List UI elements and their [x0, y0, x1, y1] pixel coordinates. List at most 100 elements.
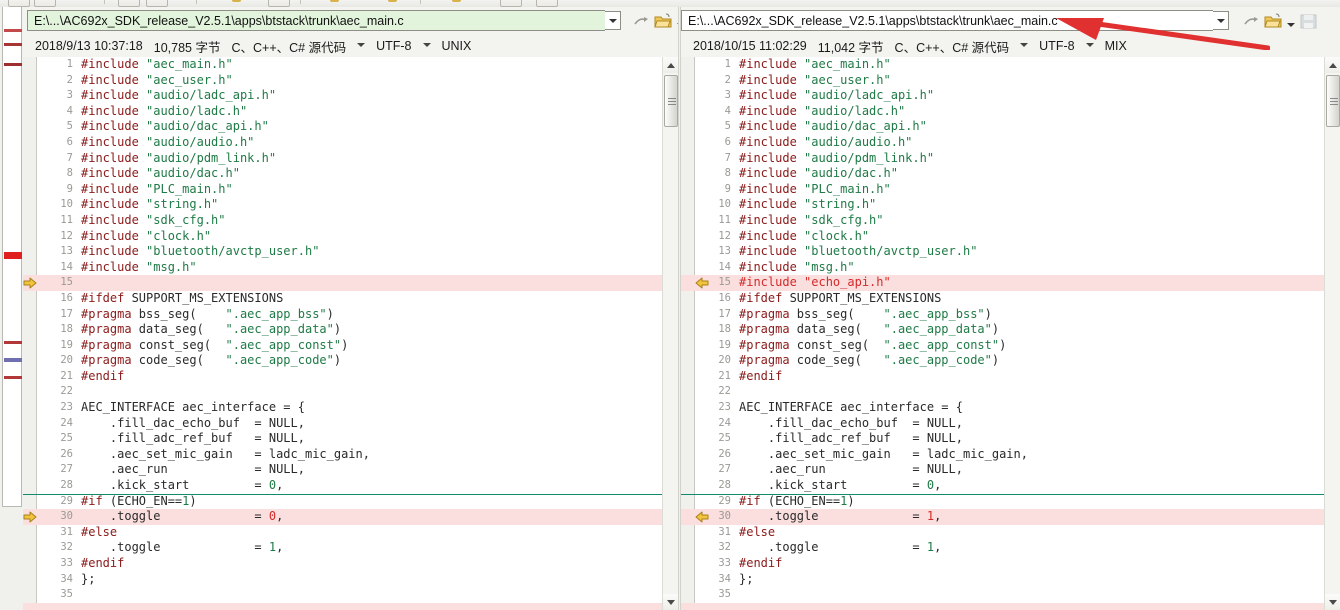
open-folder-icon[interactable]	[1264, 12, 1283, 31]
code-line[interactable]: 8 #include "audio/dac.h"	[23, 166, 662, 182]
code-line[interactable]: 20 #pragma code_seg( ".aec_app_code")	[681, 353, 1324, 369]
code-line[interactable]: 28 .kick_start = 0,	[23, 478, 662, 494]
toolbar-icon[interactable]	[232, 0, 241, 2]
code-line[interactable]: 5 #include "audio/dac_api.h"	[681, 119, 1324, 135]
code-line[interactable]: 27 .aec_run = NULL,	[681, 462, 1324, 478]
code-line[interactable]: 23 AEC_INTERFACE aec_interface = {	[23, 400, 662, 416]
code-line[interactable]: 1 #include "aec_main.h"	[23, 57, 662, 73]
code-line[interactable]: 12 #include "clock.h"	[23, 229, 662, 245]
code-line[interactable]: 23 AEC_INTERFACE aec_interface = {	[681, 400, 1324, 416]
scroll-up-icon[interactable]	[1325, 57, 1340, 73]
code-line[interactable]: 25 .fill_adc_ref_buf = NULL,	[681, 431, 1324, 447]
code-line[interactable]: 25 .fill_adc_ref_buf = NULL,	[23, 431, 662, 447]
code-line[interactable]: 24 .fill_dac_echo_buf = NULL,	[23, 416, 662, 432]
code-line[interactable]: 15	[23, 275, 662, 291]
code-line[interactable]: 16 #ifdef SUPPORT_MS_EXTENSIONS	[681, 291, 1324, 307]
code-line[interactable]: 3 #include "audio/ladc_api.h"	[23, 88, 662, 104]
toolbar-icon[interactable]	[452, 0, 461, 2]
code-line[interactable]: 30 .toggle = 0,	[23, 509, 662, 525]
code-line[interactable]: 1 #include "aec_main.h"	[681, 57, 1324, 73]
arrow-right-icon[interactable]	[23, 511, 37, 523]
code-line[interactable]: 6 #include "audio/audio.h"	[681, 135, 1324, 151]
scrollbar-thumb[interactable]	[664, 75, 678, 127]
code-line[interactable]: 30 .toggle = 1,	[681, 509, 1324, 525]
scrollbar-thumb[interactable]	[1326, 75, 1340, 127]
diff-overview-mark[interactable]	[4, 252, 22, 259]
code-line[interactable]: 34};	[681, 572, 1324, 588]
code-line[interactable]: 27 .aec_run = NULL,	[23, 462, 662, 478]
code-line[interactable]: 28 .kick_start = 0,	[681, 478, 1324, 494]
code-line[interactable]: 32 .toggle = 1,	[23, 540, 662, 556]
code-line[interactable]: 21 #endif	[681, 369, 1324, 385]
code-line[interactable]: 5 #include "audio/dac_api.h"	[23, 119, 662, 135]
diff-overview-strip[interactable]	[0, 7, 24, 610]
code-line[interactable]: 34};	[23, 572, 662, 588]
arrow-right-icon[interactable]	[23, 277, 37, 289]
code-line[interactable]: 18 #pragma data_seg( ".aec_app_data")	[681, 322, 1324, 338]
code-line[interactable]: 15 #include "echo_api.h"	[681, 275, 1324, 291]
code-line[interactable]: 2 #include "aec_user.h"	[23, 73, 662, 89]
toolbar-button[interactable]	[118, 0, 140, 7]
code-line[interactable]: 17 #pragma bss_seg( ".aec_app_bss")	[681, 307, 1324, 323]
chevron-down-icon[interactable]	[1085, 43, 1094, 47]
code-line[interactable]: 14 #include "msg.h"	[23, 260, 662, 276]
code-line[interactable]: 10 #include "string.h"	[681, 197, 1324, 213]
code-line[interactable]: 21 #endif	[23, 369, 662, 385]
code-line[interactable]: 33 #endif	[23, 556, 662, 572]
code-line[interactable]: 26 .aec_set_mic_gain = ladc_mic_gain,	[23, 447, 662, 463]
code-line[interactable]: 11 #include "sdk_cfg.h"	[23, 213, 662, 229]
code-line[interactable]: 20 #pragma code_seg( ".aec_app_code")	[23, 353, 662, 369]
code-line[interactable]: 4 #include "audio/ladc.h"	[681, 104, 1324, 120]
code-line[interactable]: 22	[23, 384, 662, 400]
code-line[interactable]: 35	[23, 587, 662, 603]
left-vertical-scrollbar[interactable]	[662, 57, 678, 610]
diff-overview-map[interactable]	[2, 7, 22, 507]
code-line[interactable]: 13 #include "bluetooth/avctp_user.h"	[23, 244, 662, 260]
code-line[interactable]: 31 #else	[681, 525, 1324, 541]
chevron-down-icon[interactable]	[422, 43, 431, 47]
toolbar-button[interactable]	[8, 0, 30, 7]
open-folder-icon[interactable]	[654, 12, 673, 31]
diff-overview-mark[interactable]	[4, 376, 22, 379]
scroll-down-icon[interactable]	[1325, 594, 1340, 610]
toolbar-button[interactable]	[268, 0, 290, 7]
code-line[interactable]: 12 #include "clock.h"	[681, 229, 1324, 245]
code-line[interactable]: 14 #include "msg.h"	[681, 260, 1324, 276]
code-line[interactable]: 10 #include "string.h"	[23, 197, 662, 213]
diff-overview-mark[interactable]	[4, 358, 22, 362]
swap-arrow-icon[interactable]	[1241, 12, 1260, 31]
code-line[interactable]: 17 #pragma bss_seg( ".aec_app_bss")	[23, 307, 662, 323]
code-line[interactable]: 19 #pragma const_seg( ".aec_app_const")	[681, 338, 1324, 354]
code-line[interactable]: 6 #include "audio/audio.h"	[23, 135, 662, 151]
diff-overview-mark[interactable]	[4, 341, 22, 344]
scroll-down-icon[interactable]	[663, 594, 678, 610]
code-line[interactable]: 29 #if (ECHO_EN==1)	[681, 493, 1324, 510]
right-vertical-scrollbar[interactable]	[1324, 57, 1340, 610]
code-line[interactable]: 31 #else	[23, 525, 662, 541]
code-line[interactable]: 7 #include "audio/pdm_link.h"	[681, 151, 1324, 167]
left-path-field[interactable]: E:\...\AC692x_SDK_release_V2.5.1\apps\bt…	[27, 10, 605, 31]
code-line[interactable]: 9 #include "PLC_main.h"	[23, 182, 662, 198]
code-line[interactable]: 9 #include "PLC_main.h"	[681, 182, 1324, 198]
swap-arrow-icon[interactable]	[631, 12, 650, 31]
code-line[interactable]: 16 #ifdef SUPPORT_MS_EXTENSIONS	[23, 291, 662, 307]
code-line[interactable]: 32 .toggle = 1,	[681, 540, 1324, 556]
code-line[interactable]: 18 #pragma data_seg( ".aec_app_data")	[23, 322, 662, 338]
code-line[interactable]: 7 #include "audio/pdm_link.h"	[23, 151, 662, 167]
toolbar-button[interactable]	[34, 0, 56, 7]
code-line[interactable]: 3 #include "audio/ladc_api.h"	[681, 88, 1324, 104]
left-code-lines[interactable]: 1 #include "aec_main.h" 2 #include "aec_use…	[23, 57, 662, 610]
code-line[interactable]: 19 #pragma const_seg( ".aec_app_const")	[23, 338, 662, 354]
code-line-partial[interactable]	[681, 602, 1324, 610]
code-line[interactable]: 33 #endif	[681, 556, 1324, 572]
toolbar-button[interactable]	[536, 0, 558, 7]
diff-overview-mark[interactable]	[4, 43, 22, 46]
code-line[interactable]: 13 #include "bluetooth/avctp_user.h"	[681, 244, 1324, 260]
chevron-down-icon[interactable]	[357, 43, 366, 47]
code-line[interactable]: 11 #include "sdk_cfg.h"	[681, 213, 1324, 229]
chevron-down-icon[interactable]	[1287, 22, 1295, 27]
arrow-left-icon[interactable]	[681, 511, 709, 523]
code-line[interactable]: 22	[681, 384, 1324, 400]
chevron-down-icon[interactable]	[1020, 43, 1029, 47]
code-line[interactable]: 24 .fill_dac_echo_buf = NULL,	[681, 416, 1324, 432]
